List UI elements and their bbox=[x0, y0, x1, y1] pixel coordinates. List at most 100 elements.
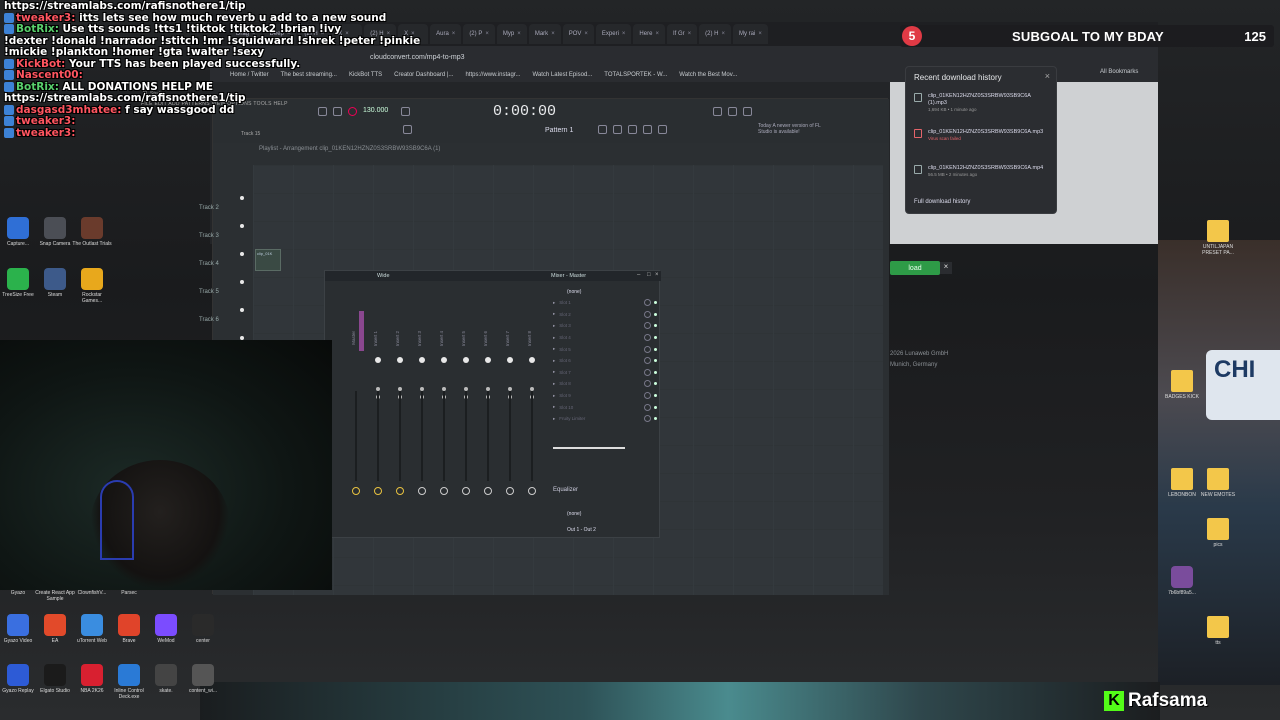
address-bar[interactable]: cloudconvert.com/mp4-to-mp3 bbox=[210, 46, 1158, 68]
slot-enable-led[interactable] bbox=[654, 336, 657, 340]
effect-slot[interactable]: ▸ Slot 10 bbox=[553, 401, 657, 413]
route-ring[interactable] bbox=[440, 487, 448, 495]
minimize-icon[interactable]: – bbox=[637, 272, 640, 278]
bookmark-item[interactable]: Creator Dashboard |... bbox=[394, 72, 453, 78]
url-text[interactable]: cloudconvert.com/mp4-to-mp3 bbox=[370, 54, 465, 61]
track-header[interactable]: Track 5 bbox=[199, 289, 233, 295]
close-icon[interactable]: × bbox=[655, 31, 659, 37]
bookmark-item[interactable]: Watch Latest Episod... bbox=[532, 72, 592, 78]
effect-slot[interactable]: ▸ Slot 4 bbox=[553, 332, 657, 344]
browser-tab[interactable]: Mark × bbox=[528, 24, 561, 44]
pan-knob[interactable] bbox=[529, 357, 535, 363]
close-icon[interactable]: × bbox=[584, 31, 588, 37]
app-icon[interactable]: Elgato Studio bbox=[35, 664, 75, 694]
pan-knob[interactable] bbox=[375, 357, 381, 363]
route-ring[interactable] bbox=[484, 487, 492, 495]
app-icon[interactable]: Brave bbox=[109, 614, 149, 644]
app-icon[interactable]: Capture... bbox=[0, 217, 38, 247]
volume-fader[interactable] bbox=[421, 391, 423, 481]
browser-tab[interactable]: If Gr × bbox=[666, 24, 698, 44]
full-download-history-link[interactable]: Full download history bbox=[914, 199, 970, 205]
close-icon[interactable]: × bbox=[940, 262, 952, 274]
mix-knob[interactable] bbox=[644, 415, 651, 423]
track-mute-dot[interactable] bbox=[240, 224, 244, 228]
app-icon[interactable]: center bbox=[183, 614, 223, 644]
send-selector[interactable]: (none) bbox=[567, 511, 581, 517]
expand-icon[interactable]: ▸ bbox=[553, 300, 555, 306]
app-icon[interactable]: 7b6bf89a5... bbox=[1162, 566, 1202, 596]
pattern-song-toggle-icon[interactable] bbox=[401, 107, 410, 116]
app-icon[interactable]: uTorrent Web bbox=[72, 614, 112, 644]
slot-enable-led[interactable] bbox=[654, 312, 657, 316]
channel-rack-icon[interactable] bbox=[628, 125, 637, 134]
browser-tab[interactable]: My rai × bbox=[733, 24, 768, 44]
track-header[interactable]: Track 4 bbox=[199, 261, 233, 267]
mixer-strip[interactable]: Insert 2 bbox=[391, 291, 411, 516]
track-mute-dot[interactable] bbox=[240, 308, 244, 312]
effect-slot[interactable]: ▸ Fruity Limiter bbox=[553, 413, 657, 425]
download-item[interactable]: clip_01KEN12HZNZ0S3SRBW93SB9C6A.mp3 Virus… bbox=[914, 129, 1050, 142]
pattern-selector[interactable]: Pattern 1 bbox=[545, 127, 573, 134]
audio-clip[interactable]: clip_01K bbox=[255, 249, 281, 271]
expand-icon[interactable]: ▸ bbox=[553, 416, 555, 422]
app-icon[interactable]: Inline Control Deck.exe bbox=[109, 664, 149, 700]
expand-icon[interactable]: ▸ bbox=[553, 358, 555, 364]
app-icon[interactable]: ClownfishV... bbox=[72, 566, 112, 596]
volume-fader[interactable] bbox=[531, 391, 533, 481]
browser-tab[interactable]: Here × bbox=[633, 24, 665, 44]
all-bookmarks-link[interactable]: All Bookmarks bbox=[1100, 69, 1138, 75]
record-icon[interactable] bbox=[348, 107, 357, 116]
close-icon[interactable]: × bbox=[452, 31, 456, 37]
folder-icon[interactable]: LEBONBON bbox=[1162, 468, 1202, 498]
browser-icon[interactable] bbox=[658, 125, 667, 134]
track-mute-dot[interactable] bbox=[240, 280, 244, 284]
expand-icon[interactable]: ▸ bbox=[553, 346, 555, 352]
mix-knob[interactable] bbox=[644, 299, 651, 307]
mixer-strip[interactable]: Insert 6 bbox=[479, 291, 499, 516]
route-ring[interactable] bbox=[352, 487, 360, 495]
effect-slot[interactable]: ▸ Slot 1 bbox=[553, 297, 657, 309]
pan-knob[interactable] bbox=[419, 357, 425, 363]
tempo-display[interactable]: 130.000 bbox=[363, 107, 388, 114]
track-header[interactable]: Track 6 bbox=[199, 317, 233, 323]
mixer-strip[interactable]: Master bbox=[347, 291, 367, 516]
close-icon[interactable]: × bbox=[721, 31, 725, 37]
expand-icon[interactable]: ▸ bbox=[553, 381, 555, 387]
volume-fader[interactable] bbox=[487, 391, 489, 481]
app-icon[interactable]: Parsec bbox=[109, 566, 149, 596]
snap-icon[interactable] bbox=[403, 125, 412, 134]
mixer-view-mode[interactable]: Wide bbox=[377, 273, 390, 279]
expand-icon[interactable]: ▸ bbox=[553, 311, 555, 317]
volume-fader[interactable] bbox=[465, 391, 467, 481]
folder-icon[interactable]: NEW EMOTES bbox=[1198, 468, 1238, 498]
bookmark-item[interactable]: TOTALSPORTEK - W... bbox=[604, 72, 667, 78]
close-icon[interactable]: × bbox=[622, 31, 626, 37]
expand-icon[interactable]: ▸ bbox=[553, 323, 555, 329]
browser-tab[interactable]: Aura × bbox=[430, 24, 462, 44]
folder-icon[interactable]: tts bbox=[1198, 616, 1238, 646]
mix-knob[interactable] bbox=[644, 345, 651, 353]
slot-enable-led[interactable] bbox=[654, 359, 657, 363]
track-mute-dot[interactable] bbox=[240, 252, 244, 256]
close-icon[interactable]: × bbox=[1045, 71, 1050, 81]
app-icon[interactable]: TreeSize Free bbox=[0, 268, 38, 298]
pan-knob[interactable] bbox=[485, 357, 491, 363]
app-icon[interactable]: Create React App Sample bbox=[35, 566, 75, 602]
download-item[interactable]: clip_01KEN12HZNZ0S3SRBW93SB9C6A.mp4 56.5 … bbox=[914, 165, 1050, 178]
folder-icon[interactable]: BADGES KICK bbox=[1162, 370, 1202, 400]
countdown-icon[interactable] bbox=[743, 107, 752, 116]
mix-knob[interactable] bbox=[644, 392, 651, 400]
pan-knob[interactable] bbox=[441, 357, 447, 363]
bookmark-item[interactable]: KickBot TTS bbox=[349, 72, 382, 78]
slot-enable-led[interactable] bbox=[654, 382, 657, 386]
app-icon[interactable]: Steam bbox=[35, 268, 75, 298]
mix-knob[interactable] bbox=[644, 357, 651, 365]
app-icon[interactable]: Rockstar Games... bbox=[72, 268, 112, 304]
wait-icon[interactable] bbox=[728, 107, 737, 116]
volume-fader[interactable] bbox=[399, 391, 401, 481]
slot-enable-led[interactable] bbox=[654, 370, 657, 374]
mixer-icon[interactable] bbox=[643, 125, 652, 134]
bookmark-item[interactable]: Watch the Best Mov... bbox=[679, 72, 737, 78]
slot-enable-led[interactable] bbox=[654, 394, 657, 398]
piano-roll-icon[interactable] bbox=[613, 125, 622, 134]
